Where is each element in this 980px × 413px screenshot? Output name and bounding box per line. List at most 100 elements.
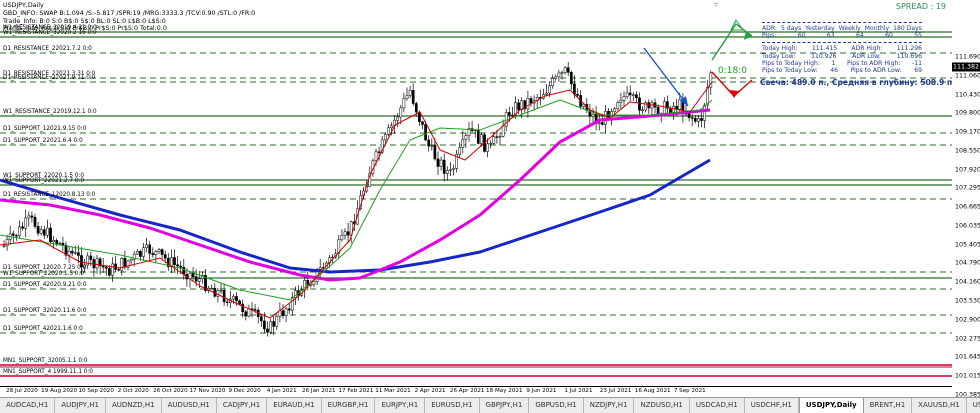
level-label: D1_SUPPORT_42020.9.21 0:0 (3, 282, 87, 288)
candle-body (436, 158, 440, 167)
adr-cell: Pips to ADR Low: (850, 67, 902, 75)
candle-body (104, 266, 108, 269)
tab-audcad-h1[interactable]: AUDCAD,H1 (0, 398, 56, 413)
candle-body (576, 94, 579, 96)
adr-header-cell: 180 Days (893, 25, 922, 32)
tab-usdrub-h1[interactable]: USDRUB,H1 (967, 398, 980, 413)
adr-separator (762, 42, 922, 44)
tab-eurgbp-h1[interactable]: EURGBP,H1 (322, 398, 376, 413)
candle-body (548, 85, 551, 94)
level-label: W1_RESISTANCE_32020.2 16 0:0 (3, 30, 97, 36)
price-label: 101.645 (955, 353, 980, 361)
level-label: D1_RESISTANCE_12020.8.13 0:0 (3, 192, 96, 198)
candle-body (148, 244, 152, 254)
candle-body (191, 272, 195, 277)
tab-eurusd-h1[interactable]: EURUSD,H1 (425, 398, 480, 413)
candle-body (656, 106, 660, 115)
adr-header-cell: Yesterday (805, 25, 835, 32)
candle-body (120, 257, 124, 271)
projection-up-arrow (711, 22, 753, 61)
adr-header-cell: 5 days (780, 25, 802, 32)
candle-body (662, 101, 666, 115)
level-label: D1_SUPPORT_32020.11.6 0:0 (3, 308, 87, 314)
candle-body (411, 89, 415, 104)
adr-header-cell: Weekly (838, 25, 861, 32)
candle-body (18, 226, 21, 237)
adr-pips-cell: 55 (914, 32, 922, 40)
candle-body (442, 159, 446, 174)
adr-panel: ADR: 5 days Yesterday Weekly Monthly 180… (762, 22, 922, 74)
price-label: 103.530 (955, 297, 980, 305)
candle-body (439, 159, 443, 167)
level-label: W1_SUPPORT_22021.2.7 0:0 (3, 178, 84, 184)
adr-row: Today Low: 110.926 ADR Low: 110.696 (762, 53, 922, 60)
candle-body (173, 257, 176, 265)
adr-pips-cell: 60 (885, 32, 893, 40)
candle-body (461, 139, 465, 148)
tab-nzdusd-h1[interactable]: NZDUSD,H1 (634, 398, 690, 413)
price-label: 105.405 (955, 241, 980, 249)
candle-timer: 0:18:0 (718, 66, 747, 76)
candle-body (27, 215, 31, 219)
time-axis[interactable]: 28 Jul 2020 19 Aug 2020 10 Sep 2020 2 Oct 2… (0, 386, 952, 397)
tab-gbpjpy-h1[interactable]: GBPJPY,H1 (480, 398, 530, 413)
price-label: 106.035 (955, 222, 980, 230)
tab-cadjpy-h1[interactable]: CADJPY,H1 (217, 398, 268, 413)
price-label: 107.295 (955, 184, 980, 192)
candle-body (402, 98, 406, 109)
adr-cell: Pips to ADR High: (847, 59, 901, 67)
candle-body (641, 109, 644, 112)
tab-audnzd-h1[interactable]: AUDNZD,H1 (106, 398, 162, 413)
candle-body (613, 108, 617, 112)
adr-pips-row: Pips: 60 63 64 60 55 (762, 32, 922, 39)
candle-body (390, 125, 393, 129)
chart-canvas[interactable]: USDJPY,Daily GBD_INFO: SWAP B:1.094 /S:-… (0, 0, 953, 386)
level-label: D1_RESISTANCE_22021.9.11 0:0 (3, 75, 96, 81)
tab-usdjpy-daily[interactable]: USDJPY,Daily (798, 398, 864, 413)
level-label: D1_SUPPORT_12021.9.15 0:0 (3, 126, 87, 132)
candle-body (272, 321, 276, 327)
level-label: D1_SUPPORT_22021.6.4 0:0 (3, 138, 83, 144)
tab-xauusd-h1[interactable]: XAUUSD,H1 (912, 398, 967, 413)
tab-nzdjpy-h1[interactable]: NZDJPY,H1 (584, 398, 635, 413)
adr-cell: Pips to Today Low: (762, 67, 818, 75)
time-label: 9 Dec 2020 (228, 388, 261, 394)
candle-body (210, 287, 214, 290)
adr-cell: 111.415 (811, 45, 838, 53)
price-label: 104.790 (955, 259, 980, 267)
candle-body (247, 308, 251, 317)
tab-audjpy-h1[interactable]: AUDJPY,H1 (55, 398, 106, 413)
candle-body (135, 251, 139, 255)
time-label: 2 Apr 2021 (414, 388, 446, 394)
candle-body (566, 67, 570, 73)
candle-body (557, 72, 561, 78)
candle-body (219, 290, 223, 292)
tab-usdchf-h1[interactable]: USDCHF,H1 (745, 398, 799, 413)
tab-gbpusd-h1[interactable]: GBPUSD,H1 (529, 398, 584, 413)
chart-shift-marker-icon: ▿ (714, 0, 719, 9)
tab-euraud-h1[interactable]: EURAUD,H1 (267, 398, 322, 413)
tab-usdcad-h1[interactable]: USDCAD,H1 (690, 398, 745, 413)
adr-pips-cell: 63 (826, 32, 835, 40)
price-axis[interactable]: 111.690 111.060 110.430 109.800 109.170 108.5… (952, 0, 980, 398)
candle-body (39, 229, 43, 234)
candle-body (117, 269, 121, 271)
trend-arrow-line (643, 47, 689, 107)
price-label: 102.900 (955, 316, 980, 324)
adr-cell: 111.296 (896, 45, 922, 53)
adr-cell: 1 (831, 59, 836, 67)
adr-cell: Today High: (762, 45, 798, 53)
candle-body (287, 308, 291, 311)
candle-body (108, 268, 111, 276)
candle-body (142, 247, 145, 257)
candle-body (418, 111, 421, 123)
candle-body (182, 266, 186, 275)
adr-separator (762, 22, 922, 23)
tab-eurjpy-h1[interactable]: EURJPY,H1 (375, 398, 426, 413)
tab-audusd-h1[interactable]: AUDUSD,H1 (162, 398, 217, 413)
tab-brent-h1[interactable]: BRENT,H1 (864, 398, 913, 413)
candle-body (225, 301, 229, 304)
price-label: 110.430 (955, 91, 980, 99)
price-label: 102.275 (955, 335, 980, 343)
price-label: 107.920 (955, 166, 980, 174)
